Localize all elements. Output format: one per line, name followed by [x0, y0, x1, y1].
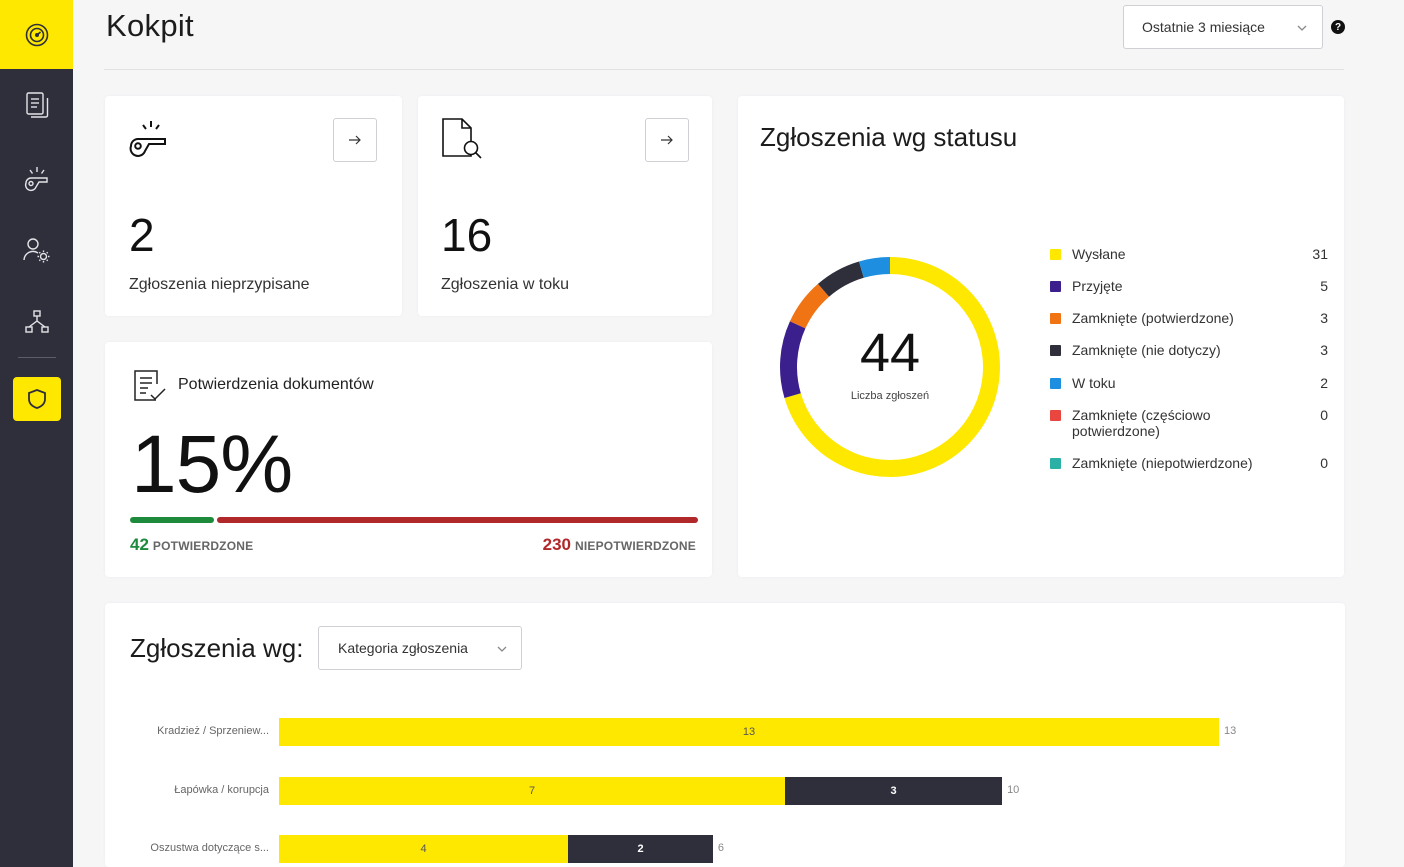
document-search-icon [442, 118, 482, 159]
documents-title: Potwierdzenia dokumentów [178, 376, 374, 393]
legend-count: 3 [1320, 342, 1328, 358]
legend-label: Zamknięte (częściowo potwierdzone) [1072, 407, 1211, 439]
category-select[interactable]: Kategoria zgłoszenia [318, 626, 522, 670]
bar-row: Oszustwa dotyczące s... 4 2 6 [105, 835, 1345, 863]
stat-card-in-progress: 16 Zgłoszenia w toku [418, 96, 712, 316]
legend-swatch [1050, 281, 1061, 292]
speedometer-icon [25, 23, 48, 46]
chevron-down-icon [497, 646, 507, 652]
legend-count: 0 [1320, 407, 1328, 423]
legend-label: Przyjęte [1072, 278, 1123, 294]
unconfirmed-label: NIEPOTWIERDZONE [574, 539, 696, 553]
bar-segment[interactable]: 13 [279, 718, 1219, 746]
stat-label: Zgłoszenia w toku [441, 276, 570, 293]
sidebar-item-security[interactable] [13, 377, 61, 421]
legend-count: 5 [1320, 278, 1328, 294]
status-title: Zgłoszenia wg statusu [760, 122, 1018, 152]
documents-icon [25, 92, 48, 118]
legend-label: Wysłane [1072, 246, 1126, 262]
category-select-value: Kategoria zgłoszenia [338, 640, 468, 656]
open-unassigned-button[interactable] [333, 118, 377, 162]
confirmed-count: 42 [130, 535, 149, 554]
arrow-right-icon [349, 135, 361, 145]
hierarchy-icon [24, 310, 49, 333]
legend-item[interactable]: Zamknięte (częściowo potwierdzone) 0 [1050, 407, 1328, 439]
date-range-select[interactable]: Ostatnie 3 miesiące [1123, 5, 1323, 49]
bar-segment[interactable]: 2 [568, 835, 713, 863]
stat-card-unassigned: 2 Zgłoszenia nieprzypisane [105, 96, 402, 316]
sidebar-divider [18, 357, 56, 358]
header-divider [104, 69, 1344, 70]
unconfirmed-count: 230 [542, 535, 571, 554]
by-category-title: Zgłoszenia wg: [130, 633, 304, 663]
bar-row: Kradzież / Sprzeniew... 13 13 [105, 718, 1345, 746]
donut-total-label: Liczba zgłoszeń [850, 390, 930, 402]
legend-count: 0 [1320, 455, 1328, 471]
bar-row: Łapówka / korupcja 7 3 10 [105, 777, 1345, 805]
page-title: Kokpit [106, 8, 194, 43]
legend-label: W toku [1072, 375, 1116, 391]
donut-total: 44 [859, 323, 921, 383]
status-card: Zgłoszenia wg statusu 44 Liczba zgłoszeń… [738, 96, 1344, 577]
stat-label: Zgłoszenia nieprzypisane [129, 276, 310, 293]
legend-swatch [1050, 458, 1061, 469]
arrow-right-icon [661, 135, 673, 145]
sidebar [0, 0, 73, 867]
legend-swatch [1050, 378, 1061, 389]
shield-icon [28, 389, 46, 409]
legend-count: 31 [1312, 246, 1328, 262]
legend-count: 2 [1320, 375, 1328, 391]
sidebar-item-documents[interactable] [0, 75, 73, 135]
documents-percent: 15% [131, 419, 293, 510]
documents-confirmation-card: Potwierdzenia dokumentów 15% 42 POTWIERDZ… [105, 342, 712, 577]
document-check-icon [134, 370, 166, 401]
user-settings-icon [22, 238, 49, 263]
bar-category-label: Kradzież / Sprzeniew... [157, 725, 269, 737]
unconfirmed-progress-bar [217, 517, 698, 523]
help-icon[interactable]: ? [1331, 20, 1345, 34]
legend-item[interactable]: Zamknięte (nie dotyczy) 3 [1050, 342, 1328, 358]
bar-total-label: 6 [717, 842, 724, 854]
legend-label: Zamknięte (potwierdzone) [1072, 310, 1234, 326]
by-category-card: Zgłoszenia wg: Kategoria zgłoszenia Krad… [105, 603, 1345, 867]
date-range-value: Ostatnie 3 miesiące [1142, 19, 1265, 35]
bar-segment[interactable]: 7 [279, 777, 786, 805]
legend-swatch [1050, 345, 1061, 356]
bar-segment[interactable]: 3 [785, 777, 1003, 805]
dashboard-logo[interactable] [0, 0, 73, 69]
legend-item[interactable]: W toku 2 [1050, 375, 1328, 391]
legend-item[interactable]: Przyjęte 5 [1050, 278, 1328, 294]
bar-category-label: Łapówka / korupcja [174, 784, 269, 796]
legend-swatch [1050, 313, 1061, 324]
legend-item[interactable]: Wysłane 31 [1050, 246, 1328, 262]
confirmed-progress-bar [130, 517, 214, 523]
legend-item[interactable]: Zamknięte (potwierdzone) 3 [1050, 310, 1328, 326]
unconfirmed-summary: 230 NIEPOTWIERDZONE [543, 535, 696, 555]
legend-swatch [1050, 249, 1061, 260]
open-in-progress-button[interactable] [645, 118, 689, 162]
sidebar-item-structure[interactable] [0, 292, 73, 352]
stat-value: 2 [129, 209, 155, 261]
confirmed-label: POTWIERDZONE [152, 539, 254, 553]
legend-count: 3 [1320, 310, 1328, 326]
stat-value: 16 [441, 209, 493, 261]
sidebar-item-reports[interactable] [0, 149, 73, 209]
whistle-icon [129, 121, 166, 157]
bar-total-label: 13 [1224, 725, 1237, 737]
sidebar-item-users[interactable] [0, 220, 73, 280]
bar-segment[interactable]: 4 [279, 835, 569, 863]
whistle-icon [24, 167, 48, 192]
legend-label: Zamknięte (niepotwierdzone) [1072, 455, 1253, 471]
donut-center: 44 Liczba zgłoszeń [769, 246, 1011, 488]
legend-swatch [1050, 410, 1061, 421]
chevron-down-icon [1297, 25, 1307, 31]
bar-category-label: Oszustwa dotyczące s... [150, 842, 269, 854]
legend-item[interactable]: Zamknięte (niepotwierdzone) 0 [1050, 455, 1328, 471]
legend-label: Zamknięte (nie dotyczy) [1072, 342, 1221, 358]
confirmed-summary: 42 POTWIERDZONE [130, 535, 253, 555]
bar-total-label: 10 [1007, 784, 1020, 796]
